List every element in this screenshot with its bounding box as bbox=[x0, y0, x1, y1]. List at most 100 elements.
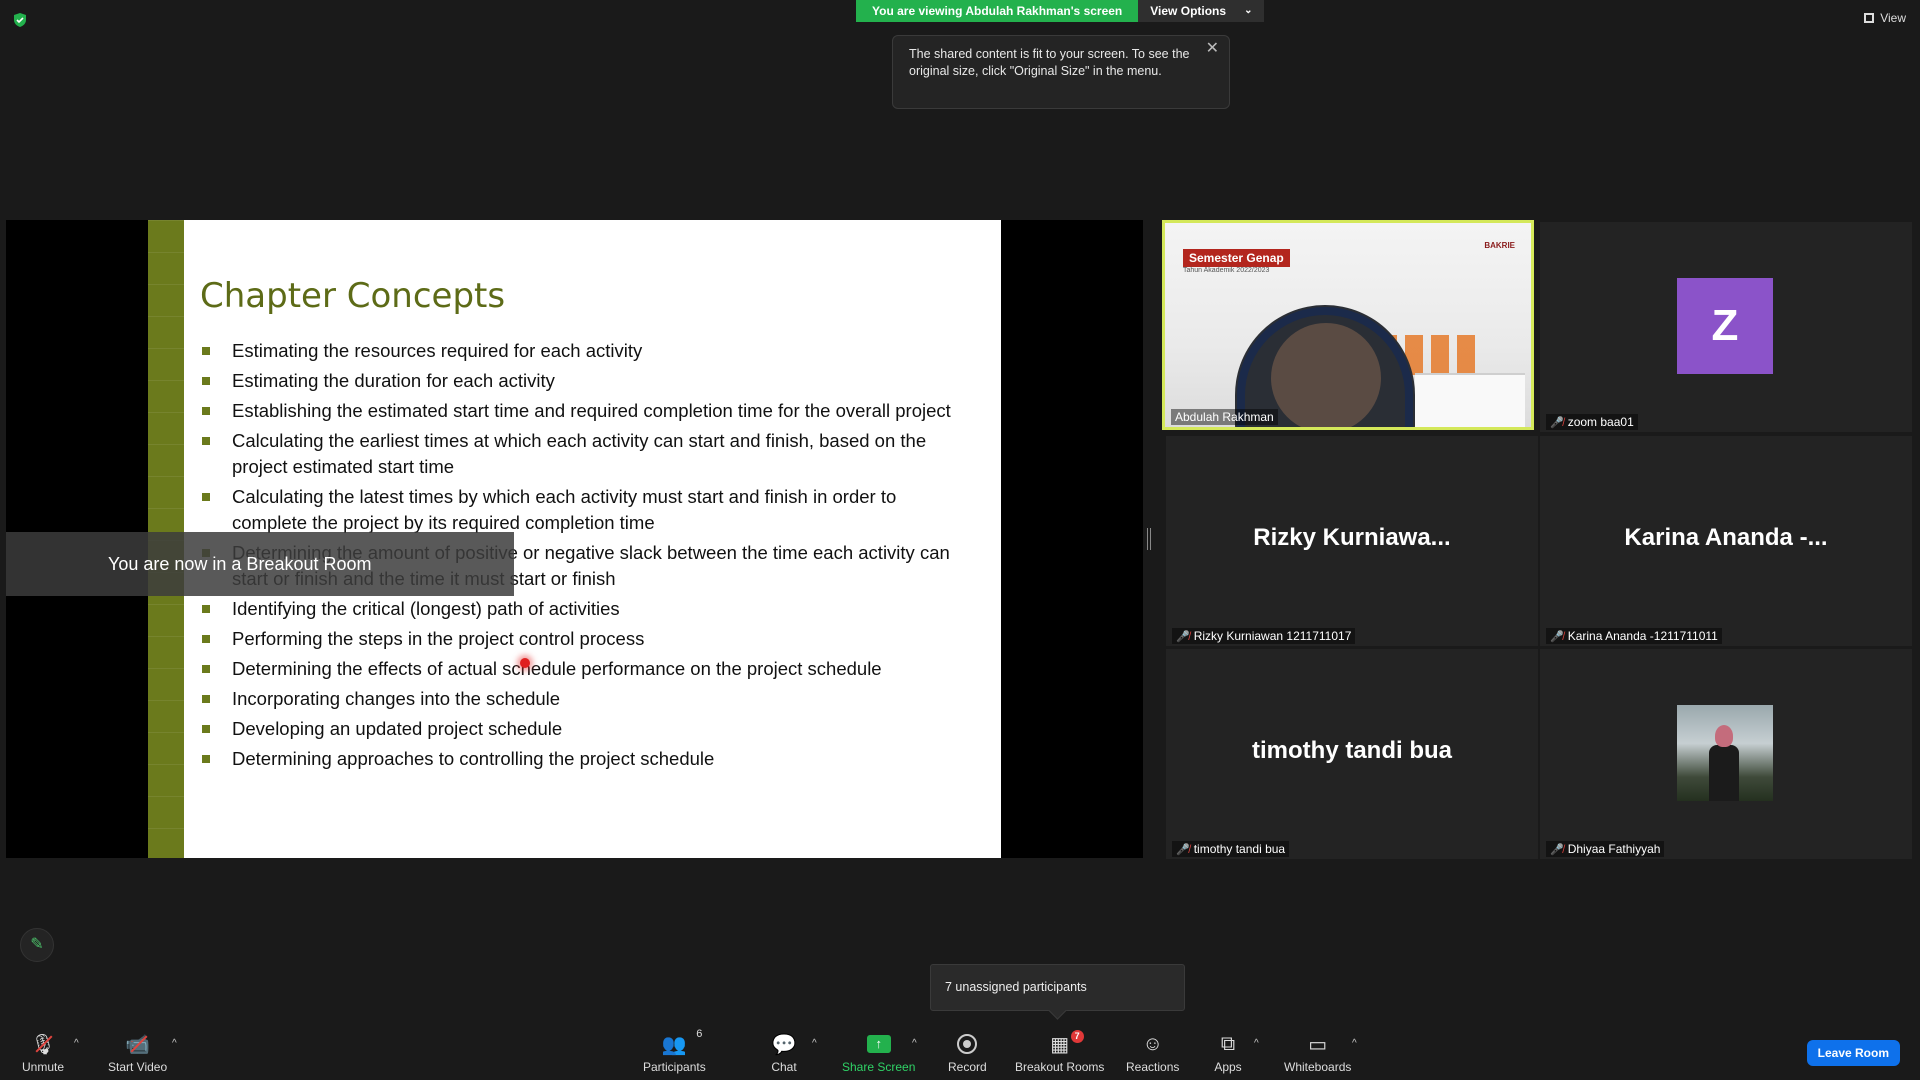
grid-icon bbox=[1864, 13, 1875, 23]
shared-screen: Chapter Concepts Estimating the resource… bbox=[6, 220, 1143, 858]
unmute-button[interactable]: 🎙 Unmute bbox=[22, 1032, 65, 1075]
video-tile-zoom-baa01[interactable]: Z 🎤̸ zoom baa01 bbox=[1540, 222, 1912, 432]
avatar-figure-body bbox=[1709, 745, 1739, 801]
tooltip-text: The shared content is fit to your screen… bbox=[909, 47, 1190, 78]
slide-bullet: Determining approaches to controlling th… bbox=[200, 746, 970, 772]
slide-bullet: Estimating the resources required for ea… bbox=[200, 338, 970, 364]
participant-name: Abdulah Rakhman bbox=[1171, 409, 1278, 425]
whiteboards-button[interactable]: ▭ Whiteboards bbox=[1284, 1032, 1352, 1075]
slide-bullet: Establishing the estimated start time an… bbox=[200, 398, 970, 424]
participant-display-name: Rizky Kurniawa... bbox=[1253, 524, 1451, 551]
avatar-figure-head bbox=[1715, 725, 1733, 747]
breakout-room-notification: You are now in a Breakout Room bbox=[6, 532, 514, 596]
breakout-rooms-button[interactable]: ▦ 7 Breakout Rooms bbox=[1015, 1030, 1105, 1074]
split-view-handle[interactable] bbox=[1147, 528, 1151, 550]
share-screen-button[interactable]: ↑ Share Screen bbox=[842, 1032, 915, 1074]
participant-name: 🎤̸ Karina Ananda -1211711011 bbox=[1546, 628, 1722, 644]
slide-bullet: Performing the steps in the project cont… bbox=[200, 626, 970, 652]
slide-bullet: Estimating the duration for each activit… bbox=[200, 368, 970, 394]
slide-bullet: Identifying the critical (longest) path … bbox=[200, 596, 970, 622]
share-screen-icon: ↑ bbox=[865, 1032, 893, 1056]
participants-icon: 👥 6 bbox=[661, 1028, 703, 1056]
chat-label: Chat bbox=[771, 1060, 797, 1074]
participant-name: 🎤̸ Rizky Kurniawan 1211711017 bbox=[1172, 628, 1356, 644]
participant-name-text: Dhiyaa Fathiyyah bbox=[1567, 842, 1661, 856]
fit-screen-tooltip: The shared content is fit to your screen… bbox=[892, 35, 1230, 109]
reactions-smiley-icon: ☺ bbox=[1142, 1032, 1163, 1055]
participant-name-text: Karina Ananda -1211711011 bbox=[1567, 629, 1718, 643]
participant-name: 🎤̸ timothy tandi bua bbox=[1172, 841, 1290, 857]
video-options-caret-icon[interactable]: ^ bbox=[172, 1038, 177, 1049]
camera-feed: Semester Genap Tahun Akademik 2022/2023 … bbox=[1165, 223, 1531, 427]
university-logo: BAKRIE bbox=[1484, 241, 1515, 250]
viewing-screen-bar: You are viewing Abdulah Rakhman's screen… bbox=[856, 0, 1265, 22]
reactions-label: Reactions bbox=[1126, 1060, 1180, 1074]
slide-bullet: Developing an updated project schedule bbox=[200, 716, 970, 742]
breakout-rooms-icon: ▦ 7 bbox=[1046, 1030, 1084, 1056]
apps-label: Apps bbox=[1214, 1060, 1242, 1074]
background-banner: Semester Genap bbox=[1183, 249, 1290, 267]
reactions-button[interactable]: ☺ Reactions bbox=[1126, 1032, 1180, 1075]
muted-mic-icon: 🎤̸ bbox=[1550, 630, 1564, 643]
share-options-caret-icon[interactable]: ^ bbox=[912, 1038, 917, 1049]
slide-bullet: Incorporating changes into the schedule bbox=[200, 686, 970, 712]
participant-name-text: timothy tandi bua bbox=[1193, 842, 1286, 856]
slide-bullet: Calculating the earliest times at which … bbox=[200, 428, 970, 480]
video-tile-abdulah-rakhman[interactable]: Semester Genap Tahun Akademik 2022/2023 … bbox=[1162, 220, 1534, 430]
participant-display-name: timothy tandi bua bbox=[1252, 737, 1452, 764]
muted-mic-icon: 🎤̸ bbox=[1550, 416, 1564, 429]
chevron-down-icon: ⌄ bbox=[1244, 5, 1253, 16]
viewing-screen-label: You are viewing Abdulah Rakhman's screen bbox=[856, 0, 1139, 22]
participant-name: 🎤̸ zoom baa01 bbox=[1546, 414, 1638, 430]
video-tile-karina-ananda[interactable]: Karina Ananda -... 🎤̸ Karina Ananda -121… bbox=[1540, 436, 1912, 646]
apps-button[interactable]: ⧉ Apps bbox=[1214, 1032, 1242, 1075]
view-options-button[interactable]: View Options ⌄ bbox=[1138, 0, 1265, 22]
leave-room-button[interactable]: Leave Room bbox=[1806, 1040, 1900, 1066]
security-shield-icon[interactable] bbox=[12, 12, 28, 28]
meeting-toolbar: 🎙 Unmute ^ 📹 Start Video ^ 👥6 Participan… bbox=[0, 1020, 1920, 1080]
annotate-pencil-icon[interactable]: ✎ bbox=[20, 928, 54, 962]
record-icon bbox=[953, 1032, 981, 1056]
chat-options-caret-icon[interactable]: ^ bbox=[812, 1038, 817, 1049]
strike-line bbox=[35, 1035, 53, 1053]
apps-options-caret-icon[interactable]: ^ bbox=[1254, 1038, 1259, 1049]
view-layout-button[interactable]: View bbox=[1864, 11, 1906, 25]
laser-pointer bbox=[520, 658, 530, 668]
participants-label: Participants bbox=[643, 1060, 706, 1074]
zoom-meeting-window: You are viewing Abdulah Rakhman's screen… bbox=[0, 0, 1920, 1080]
avatar: Z bbox=[1677, 278, 1773, 374]
share-screen-label: Share Screen bbox=[842, 1060, 916, 1074]
unassigned-participants-popup[interactable]: 7 unassigned participants bbox=[930, 964, 1185, 1011]
start-video-button[interactable]: 📹 Start Video bbox=[108, 1032, 167, 1075]
chat-button[interactable]: 💬 Chat bbox=[770, 1032, 798, 1075]
breakout-rooms-label: Breakout Rooms bbox=[1015, 1060, 1105, 1074]
participant-name-text: Abdulah Rakhman bbox=[1175, 410, 1274, 424]
video-tile-timothy-tandi-bua[interactable]: timothy tandi bua 🎤̸ timothy tandi bua bbox=[1166, 649, 1538, 859]
video-tile-rizky-kurniawan[interactable]: Rizky Kurniawa... 🎤̸ Rizky Kurniawan 121… bbox=[1166, 436, 1538, 646]
participant-name-text: Rizky Kurniawan 1211711017 bbox=[1193, 629, 1352, 643]
muted-mic-icon: 🎤̸ bbox=[1176, 843, 1190, 856]
whiteboard-icon: ▭ bbox=[1308, 1033, 1328, 1056]
slide-bullet: Calculating the latest times by which ea… bbox=[200, 484, 970, 536]
video-tile-dhiyaa-fathiyyah[interactable]: 🎤̸ Dhiyaa Fathiyyah bbox=[1540, 649, 1912, 859]
view-label: View bbox=[1880, 11, 1906, 25]
whiteboards-label: Whiteboards bbox=[1284, 1060, 1352, 1074]
slide-bullet: Determining the effects of actual schedu… bbox=[200, 656, 970, 682]
unmute-label: Unmute bbox=[22, 1060, 65, 1074]
audio-options-caret-icon[interactable]: ^ bbox=[74, 1038, 79, 1049]
video-off-icon: 📹 bbox=[124, 1032, 152, 1056]
participant-name: 🎤̸ Dhiyaa Fathiyyah bbox=[1546, 841, 1665, 857]
participant-name-text: zoom baa01 bbox=[1567, 415, 1634, 429]
participants-button[interactable]: 👥 6 Participants bbox=[643, 1028, 706, 1074]
apps-icon: ⧉ bbox=[1220, 1032, 1236, 1055]
muted-mic-icon: 🎤̸ bbox=[1176, 630, 1190, 643]
whiteboards-options-caret-icon[interactable]: ^ bbox=[1352, 1038, 1357, 1049]
muted-microphone-icon: 🎙 bbox=[29, 1032, 57, 1056]
view-options-label: View Options bbox=[1150, 4, 1227, 18]
strike-line bbox=[130, 1035, 148, 1053]
avatar bbox=[1677, 705, 1773, 801]
background-desk bbox=[1415, 373, 1525, 427]
close-icon[interactable]: ✕ bbox=[1206, 40, 1219, 57]
record-button[interactable]: Record bbox=[948, 1032, 987, 1074]
slide-title: Chapter Concepts bbox=[200, 276, 506, 316]
